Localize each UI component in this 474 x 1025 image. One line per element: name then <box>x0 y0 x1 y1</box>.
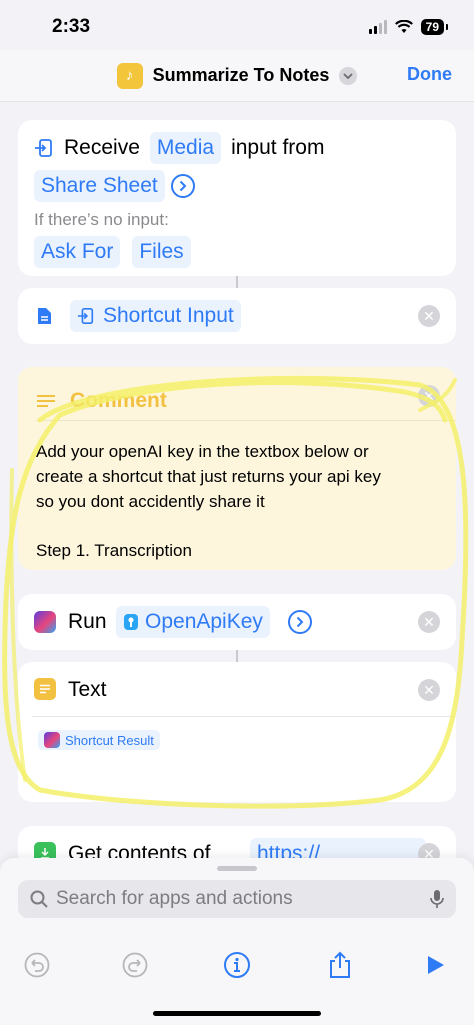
text-lines-icon <box>34 678 56 700</box>
shortcut-title-menu[interactable]: ♪ Summarize To Notes <box>116 62 358 89</box>
openapikey-label: OpenApiKey <box>145 610 263 633</box>
text-action-title: Text <box>68 678 107 701</box>
cellular-signal-icon <box>368 20 387 34</box>
chevron-down-icon[interactable] <box>339 66 358 85</box>
comment-title: Comment <box>70 388 167 412</box>
input-arrow-icon <box>35 139 52 157</box>
run-label: Run <box>68 610 107 633</box>
media-type-token[interactable]: Media <box>149 132 222 164</box>
action-connector <box>236 650 238 662</box>
info-icon <box>224 952 250 978</box>
search-placeholder: Search for apps and actions <box>56 888 293 909</box>
home-indicator <box>153 1011 321 1016</box>
info-button[interactable] <box>222 950 252 980</box>
search-input[interactable]: Search for apps and actions <box>18 880 456 918</box>
status-time: 2:33 <box>52 16 91 37</box>
play-icon <box>428 956 444 974</box>
expand-chevron-icon[interactable] <box>288 610 312 634</box>
page-title: Summarize To Notes <box>152 65 330 85</box>
openapikey-token[interactable]: OpenApiKey <box>116 606 270 638</box>
comment-card[interactable]: Comment ✕ Add your openAI key in the tex… <box>18 367 456 570</box>
share-icon <box>330 951 350 978</box>
shortcut-result-label: Shortcut Result <box>65 732 154 748</box>
undo-icon <box>24 952 50 978</box>
share-button[interactable] <box>325 950 355 980</box>
music-note-icon: ♪ <box>116 62 143 89</box>
key-icon <box>124 614 138 630</box>
comment-line: so you dont accidently share it <box>36 492 265 511</box>
redo-icon <box>122 952 148 978</box>
remove-action-icon[interactable]: ✕ <box>418 611 440 633</box>
status-bar: 2:33 79 <box>0 0 474 50</box>
shortcut-input-token[interactable]: Shortcut Input <box>70 300 241 332</box>
shortcut-input-card[interactable]: Shortcut Input ✕ <box>18 288 456 344</box>
input-from-label: input from <box>231 136 325 159</box>
redo-button[interactable] <box>120 950 150 980</box>
receive-action-card[interactable]: Receive Media input from Share Sheet If … <box>18 120 456 276</box>
wifi-icon <box>394 20 413 33</box>
document-icon <box>38 308 51 324</box>
remove-action-icon[interactable]: ✕ <box>418 305 440 327</box>
sheet-grabber[interactable] <box>217 866 257 871</box>
shortcuts-app-icon <box>34 611 56 633</box>
comment-line: Step 1. Transcription <box>36 541 192 560</box>
battery-level: 79 <box>420 19 449 35</box>
shortcuts-app-icon <box>44 732 60 748</box>
action-connector <box>236 276 238 288</box>
files-token[interactable]: Files <box>132 236 191 268</box>
text-action-card[interactable]: Text ✕ Shortcut Result <box>18 662 456 802</box>
run-shortcut-card[interactable]: Run OpenApiKey ✕ <box>18 594 456 650</box>
actions-bottom-sheet: Search for apps and actions <box>0 858 474 1025</box>
no-input-label: If there’s no input: <box>34 210 169 229</box>
remove-action-icon[interactable]: ✕ <box>418 385 440 407</box>
shortcut-input-label: Shortcut Input <box>103 304 234 327</box>
nav-bar: ♪ Summarize To Notes Done <box>0 50 474 102</box>
comment-line: create a shortcut that just returns your… <box>36 467 381 486</box>
remove-action-icon[interactable]: ✕ <box>418 679 440 701</box>
comment-lines-icon <box>37 394 55 407</box>
shortcut-result-token[interactable]: Shortcut Result <box>38 730 160 750</box>
status-indicators: 79 <box>368 19 449 35</box>
search-icon <box>30 890 48 908</box>
microphone-icon[interactable] <box>430 889 444 909</box>
share-sheet-token[interactable]: Share Sheet <box>34 170 165 202</box>
expand-chevron-icon[interactable] <box>170 174 195 198</box>
run-button[interactable] <box>420 950 450 980</box>
input-arrow-icon <box>77 307 94 325</box>
comment-line: Add your openAI key in the textbox below… <box>36 442 369 461</box>
receive-label: Receive <box>64 136 140 159</box>
ask-for-token[interactable]: Ask For <box>34 236 121 268</box>
done-button[interactable]: Done <box>407 64 452 85</box>
comment-text[interactable]: Add your openAI key in the textbox below… <box>36 439 381 563</box>
undo-button[interactable] <box>22 950 52 980</box>
